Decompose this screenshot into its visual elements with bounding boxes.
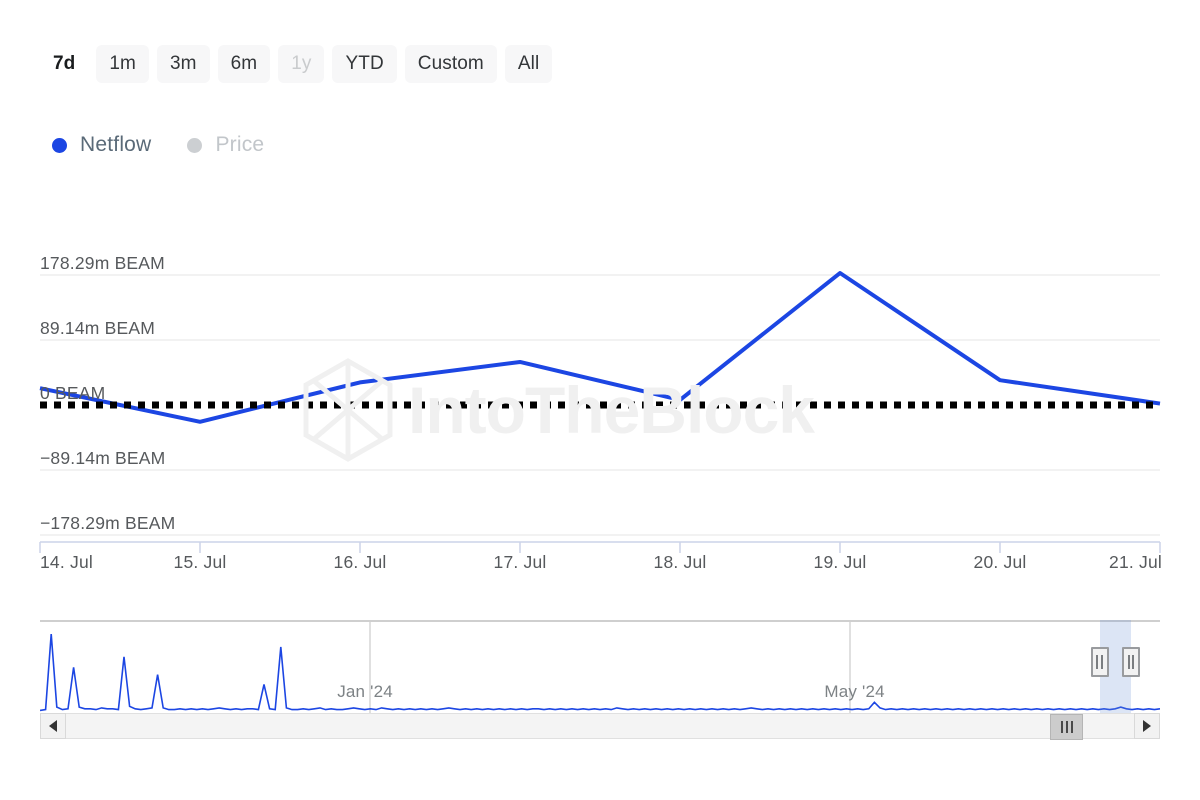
navigator-left-resize-handle[interactable]	[1091, 647, 1109, 677]
grip-line-icon	[1128, 655, 1130, 669]
y-axis-label: 0 BEAM	[40, 383, 105, 404]
chart-navigator[interactable]: Jan '24 May '24	[40, 620, 1160, 715]
navigator-right-resize-handle[interactable]	[1122, 647, 1140, 677]
x-axis-label: 14. Jul	[40, 552, 93, 573]
scrollbar-thumb[interactable]	[1050, 714, 1083, 740]
netflow-series-line	[40, 273, 1160, 422]
x-axis-label: 21. Jul	[1109, 552, 1162, 573]
y-axis-label: 89.14m BEAM	[40, 318, 155, 339]
grip-line-icon	[1066, 721, 1068, 733]
scrollbar-track[interactable]	[66, 713, 1134, 739]
grip-line-icon	[1061, 721, 1063, 733]
netflow-chart-widget: 7d1m3m6m1yYTDCustomAll NetflowPrice Into…	[0, 0, 1200, 800]
arrow-right-icon	[1143, 720, 1151, 732]
scroll-left-button[interactable]	[40, 713, 66, 739]
x-axis-label: 19. Jul	[814, 552, 867, 573]
navigator-sparkline	[40, 620, 1160, 715]
grip-line-icon	[1101, 655, 1103, 669]
navigator-month-label: May '24	[824, 682, 884, 702]
y-axis-label: −89.14m BEAM	[40, 448, 165, 469]
grip-line-icon	[1132, 655, 1134, 669]
arrow-left-icon	[49, 720, 57, 732]
x-axis-label: 15. Jul	[174, 552, 227, 573]
chart-canvas	[0, 0, 1200, 610]
x-axis-label: 16. Jul	[334, 552, 387, 573]
navigator-month-label: Jan '24	[337, 682, 393, 702]
grip-line-icon	[1096, 655, 1098, 669]
y-axis-label: −178.29m BEAM	[40, 513, 175, 534]
y-axis-label: 178.29m BEAM	[40, 253, 165, 274]
chart-scrollbar[interactable]	[40, 713, 1160, 739]
x-axis-label: 18. Jul	[654, 552, 707, 573]
chart-plot-area[interactable]: IntoTheBlock 178.29m BEAM89.14m BEAM0 BE…	[0, 0, 1200, 610]
x-axis-label: 20. Jul	[974, 552, 1027, 573]
x-axis-label: 17. Jul	[494, 552, 547, 573]
grip-line-icon	[1071, 721, 1073, 733]
scroll-right-button[interactable]	[1134, 713, 1160, 739]
